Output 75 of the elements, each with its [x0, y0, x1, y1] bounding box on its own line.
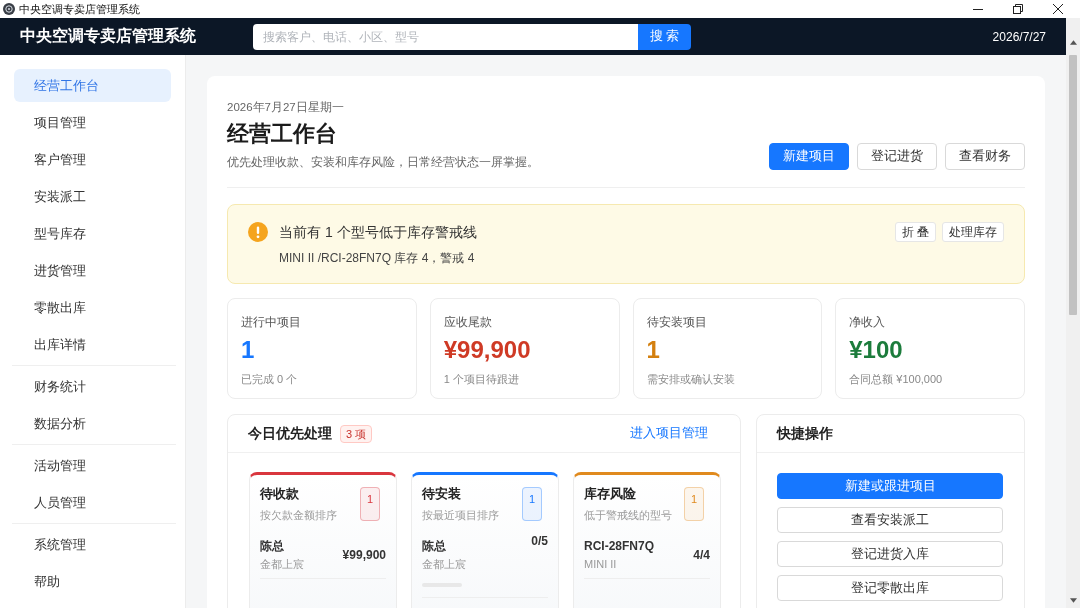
- scroll-down-icon[interactable]: [1069, 598, 1077, 603]
- sidebar-item[interactable]: 进货管理: [14, 254, 171, 287]
- lane-title: 待安装: [422, 485, 461, 503]
- page-title: 经营工作台: [227, 120, 337, 148]
- search-field[interactable]: 搜索客户、电话、小区、型号: [253, 23, 638, 50]
- scrollbar-thumb[interactable]: [1069, 55, 1077, 315]
- sidebar-item[interactable]: 人员管理: [14, 486, 171, 519]
- item-name: 陈总: [422, 538, 446, 555]
- sidebar-item[interactable]: 经营工作台: [14, 69, 171, 102]
- action-button[interactable]: 查看财务: [945, 143, 1025, 170]
- alert-title: 当前有 1 个型号低于库存警戒线: [279, 223, 477, 242]
- lane-count: 1: [522, 487, 542, 521]
- project-link[interactable]: 进入项目管理: [630, 425, 708, 442]
- current-date: 2026/7/27: [992, 29, 1046, 44]
- count-badge: 3 项: [340, 424, 373, 443]
- sidebar-item[interactable]: 帮助: [14, 565, 171, 598]
- page-subtitle: 优先处理收款、安装和库存风险，日常经营状态一屏掌握。: [227, 154, 539, 170]
- panel-title: 快捷操作: [777, 424, 833, 443]
- close-icon: [1053, 4, 1063, 14]
- quick-action-button[interactable]: 新建或跟进项目: [777, 473, 1003, 499]
- page-date: 2026年7月27日星期一: [227, 100, 344, 114]
- lane-count: 1: [360, 487, 380, 521]
- lane-subtitle: 低于警戒线的型号: [584, 508, 672, 523]
- stat-label: 净收入: [849, 314, 886, 330]
- sidebar-item[interactable]: 数据分析: [14, 407, 171, 440]
- search-button[interactable]: 搜 索: [638, 23, 691, 50]
- quick-action-button[interactable]: 查看安装派工: [777, 507, 1003, 533]
- panel-title: 今日优先处理: [248, 424, 332, 443]
- lane-subtitle: 按最近项目排序: [422, 508, 499, 523]
- sidebar-item[interactable]: 系统管理: [14, 528, 171, 561]
- stat-label: 应收尾款: [443, 314, 492, 330]
- sidebar-item[interactable]: 财务统计: [14, 370, 171, 403]
- stat-note: 需安排或确认安装: [646, 372, 735, 386]
- item-value: ¥99,900: [342, 548, 386, 562]
- item-name: 陈总: [260, 538, 284, 555]
- lane-title: 待收款: [260, 485, 299, 503]
- sidebar-item[interactable]: 客户管理: [14, 143, 171, 176]
- lane-title: 库存风险: [584, 485, 636, 503]
- window-title: 中央空调专卖店管理系统: [19, 2, 140, 16]
- quick-action-button[interactable]: 登记进货入库: [777, 541, 1003, 567]
- sidebar-item[interactable]: 零散出库: [14, 291, 171, 324]
- sidebar-item[interactable]: 型号库存: [14, 217, 171, 250]
- alert-detail: MINI II /RCI-28FN7Q 库存 4，警戒 4: [279, 250, 475, 266]
- scroll-up-icon[interactable]: [1069, 40, 1077, 45]
- quick-action-button[interactable]: 登记零散出库: [777, 575, 1003, 601]
- stat-note: 1 个项目待跟进: [443, 372, 519, 386]
- stat-value: ¥100: [849, 335, 903, 365]
- stat-value: 1: [646, 335, 660, 365]
- action-button[interactable]: 登记进货: [857, 143, 937, 170]
- minimize-icon: [973, 8, 983, 10]
- sidebar-item[interactable]: 出库详情: [14, 328, 171, 361]
- stat-label: 待安装项目: [646, 314, 707, 330]
- item-detail: 金都上宸: [422, 557, 466, 572]
- sidebar-item[interactable]: 项目管理: [14, 106, 171, 139]
- stat-label: 进行中项目: [241, 314, 301, 330]
- stat-note: 已完成 0 个: [241, 372, 298, 386]
- warning-icon: [248, 222, 268, 242]
- sidebar-item[interactable]: 安装派工: [14, 180, 171, 213]
- item-detail: 金都上宸: [260, 557, 304, 572]
- item-detail: MINI II: [584, 557, 617, 572]
- app-icon: [3, 3, 15, 15]
- lane-count: 1: [684, 487, 704, 521]
- action-button[interactable]: 新建项目: [769, 143, 849, 170]
- alert-button[interactable]: 处理库存: [942, 222, 1004, 242]
- stat-value: 1: [241, 335, 255, 365]
- stat-value: ¥99,900: [443, 335, 531, 365]
- item-name: RCI-28FN7Q: [584, 538, 654, 555]
- restore-icon: [1013, 4, 1023, 14]
- sidebar-item[interactable]: 活动管理: [14, 449, 171, 482]
- app-title: 中央空调专卖店管理系统: [20, 26, 196, 46]
- item-value: 0/5: [531, 534, 548, 548]
- alert-button[interactable]: 折 叠: [894, 222, 936, 242]
- item-value: 4/4: [693, 548, 710, 562]
- stat-note: 合同总额 ¥100,000: [849, 372, 943, 386]
- lane-subtitle: 按欠款金额排序: [260, 508, 337, 523]
